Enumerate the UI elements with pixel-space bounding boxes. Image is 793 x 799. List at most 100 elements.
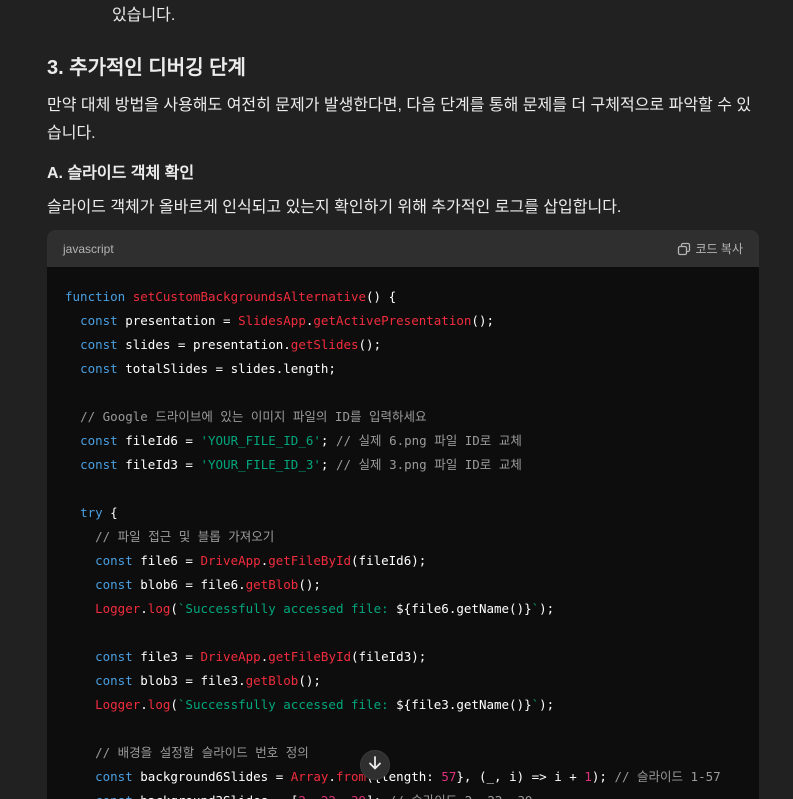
code-token: ); [591, 769, 615, 784]
code-line: Logger.log(`Successfully accessed file: … [65, 597, 741, 621]
code-line: Logger.log(`Successfully accessed file: … [65, 693, 741, 717]
code-token: // 파일 접근 및 블롭 가져오기 [95, 529, 275, 544]
code-token: 22 [321, 793, 336, 799]
code-line: const presentation = SlidesApp.getActive… [65, 309, 741, 333]
code-token: (fileId3); [351, 649, 427, 664]
code-token: { [110, 505, 118, 520]
code-token: (); [471, 313, 494, 328]
code-token: slides = presentation. [125, 337, 291, 352]
code-token: 'YOUR_FILE_ID_6' [200, 433, 321, 448]
code-token: ${file6.getName()} [396, 601, 532, 616]
code-token: // Google 드라이브에 있는 이미지 파일의 ID를 입력하세요 [80, 409, 427, 424]
code-token: const [95, 769, 141, 784]
code-token: 2 [298, 793, 306, 799]
code-token: ); [539, 697, 555, 712]
code-token: blob3 = file3. [140, 673, 246, 688]
code-token: 57 [441, 769, 457, 784]
code-token: setCustomBackgroundsAlternative [132, 289, 367, 304]
code-token: ]; [366, 793, 389, 799]
code-line: const totalSlides = slides.length; [65, 357, 741, 381]
code-token: const [95, 577, 141, 592]
code-token: log [147, 697, 171, 712]
copy-code-button[interactable]: 코드 복사 [677, 240, 744, 257]
code-token: getSlides [290, 337, 359, 352]
code-token: totalSlides = slides.length; [125, 361, 336, 376]
copy-code-label: 코드 복사 [695, 242, 744, 256]
code-token: . [140, 697, 148, 712]
code-token: getFileById [268, 553, 352, 568]
code-token: 39 [351, 793, 366, 799]
code-token: log [147, 601, 171, 616]
subsection-paragraph: 슬라이드 객체가 올바르게 인식되고 있는지 확인하기 위해 추가적인 로그를 … [47, 199, 622, 216]
code-line: // 배경을 설정할 슬라이드 번호 정의 [65, 741, 741, 765]
code-token: function [65, 289, 133, 304]
code-token: const [95, 793, 140, 799]
code-token: `Successfully accessed file: [177, 601, 397, 616]
arrow-down-icon [368, 755, 382, 776]
code-token: Logger [95, 601, 141, 616]
copy-icon [677, 242, 691, 256]
code-token: ; [320, 457, 336, 472]
code-token: getBlob [245, 577, 299, 592]
code-token: // 슬라이드 2, 22, 39 [389, 793, 533, 799]
code-token: 'YOUR_FILE_ID_3' [200, 457, 321, 472]
code-token: (); [298, 673, 321, 688]
code-token: const [80, 313, 126, 328]
scroll-to-bottom-button[interactable] [360, 750, 390, 780]
code-token: file3 = [140, 649, 201, 664]
code-line: const blob6 = file6.getBlob(); [65, 573, 741, 597]
code-token: `Successfully accessed file: [177, 697, 397, 712]
code-token: background6Slides = [140, 769, 291, 784]
code-line: // Google 드라이브에 있는 이미지 파일의 ID를 입력하세요 [65, 405, 741, 429]
code-token: fileId3 = [125, 457, 201, 472]
code-token: const [95, 673, 141, 688]
subsection-heading: A. 슬라이드 객체 확인 [47, 165, 195, 182]
code-token: // 실제 3.png 파일 ID로 교체 [335, 457, 522, 472]
code-token: . [328, 769, 336, 784]
chat-page: 있습니다. 3. 추가적인 디버깅 단계 만약 대체 방법을 사용해도 여전히 … [0, 0, 793, 799]
code-token: file6 = [140, 553, 201, 568]
code-token: const [80, 337, 126, 352]
code-token: const [80, 433, 126, 448]
code-block-header: javascript 코드 복사 [47, 230, 759, 267]
code-line: try { [65, 501, 741, 525]
code-token: Array [290, 769, 329, 784]
code-token: (fileId6); [351, 553, 427, 568]
code-token: background3Slides = [ [140, 793, 298, 799]
code-token: const [80, 361, 126, 376]
code-token: try [80, 505, 111, 520]
code-line: // 파일 접근 및 블롭 가져오기 [65, 525, 741, 549]
code-token: fileId6 = [125, 433, 201, 448]
code-content: function setCustomBackgroundsAlternative… [47, 267, 759, 799]
code-token: DriveApp [200, 649, 261, 664]
code-line: const fileId6 = 'YOUR_FILE_ID_6'; // 실제 … [65, 429, 741, 453]
code-token: , [306, 793, 321, 799]
code-token: const [80, 457, 126, 472]
code-line: const background6Slides = Array.from({le… [65, 765, 741, 789]
code-token: 1 [584, 769, 592, 784]
code-token: ( [170, 697, 178, 712]
code-line: const file3 = DriveApp.getFileById(fileI… [65, 645, 741, 669]
code-token: // 실제 6.png 파일 ID로 교체 [335, 433, 522, 448]
code-token: SlidesApp [238, 313, 306, 328]
code-token: getActivePresentation [313, 313, 472, 328]
code-token: blob6 = file6. [140, 577, 246, 592]
